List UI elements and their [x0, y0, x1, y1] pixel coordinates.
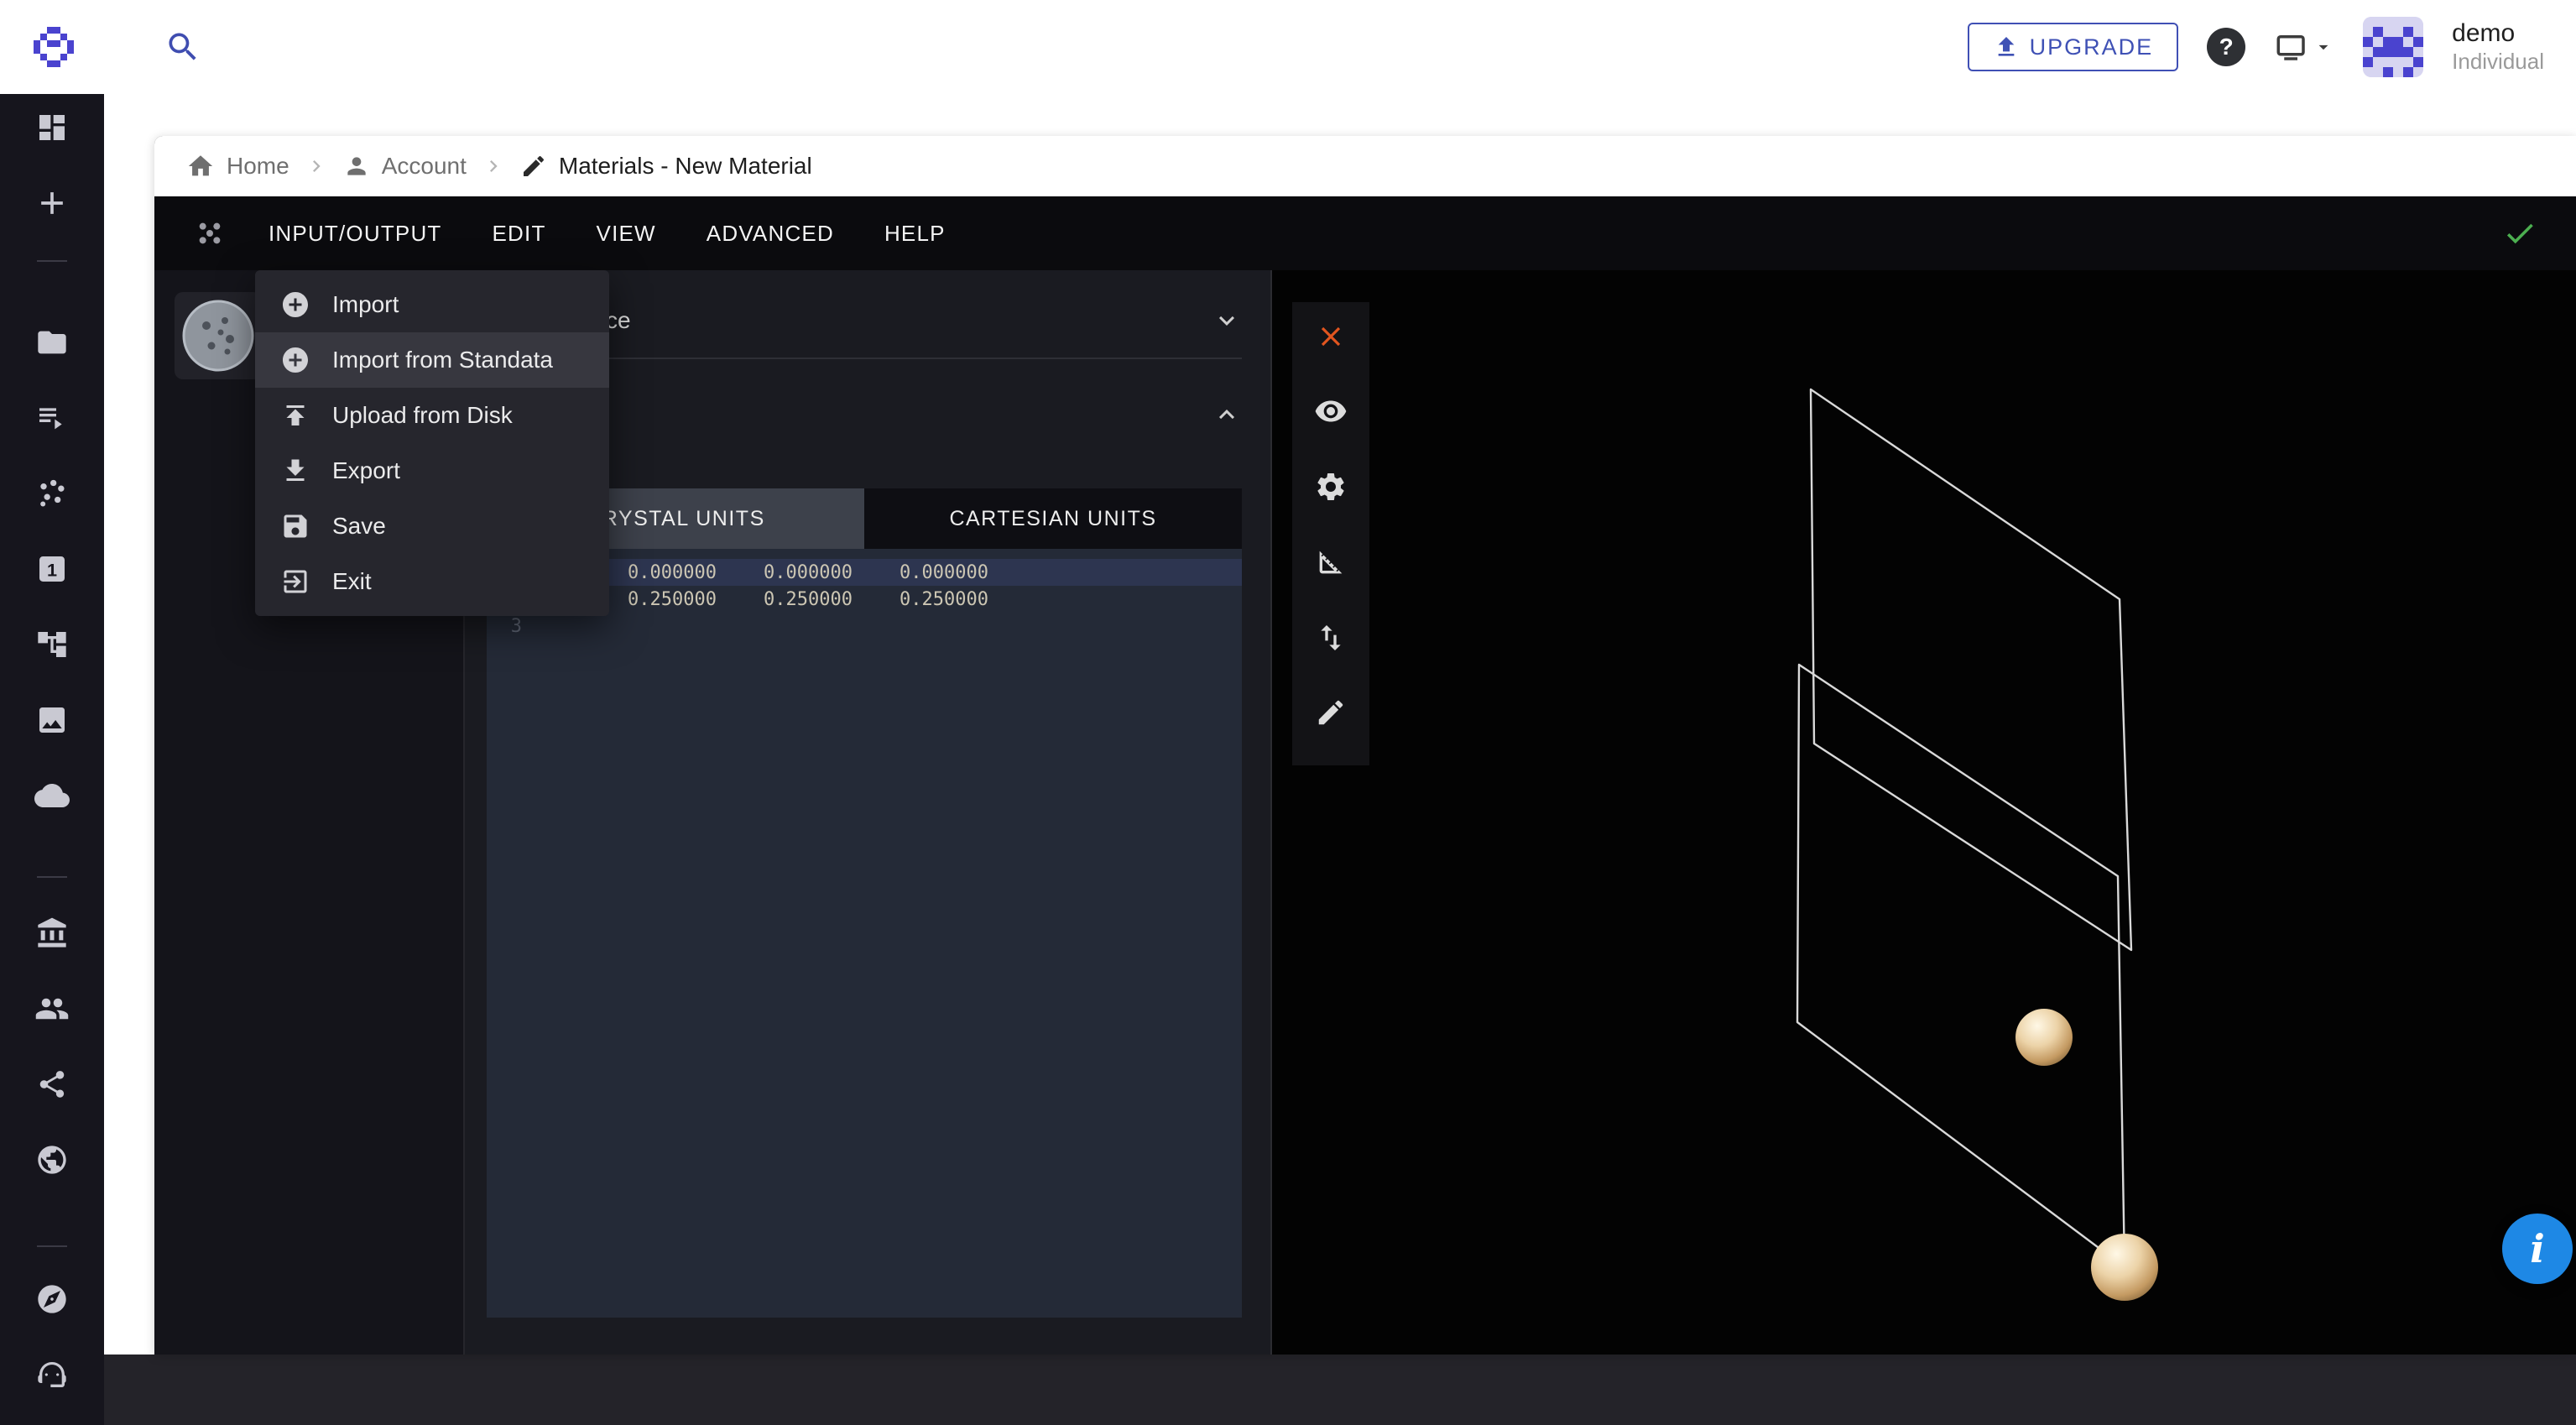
structure-viewer[interactable]: i: [1272, 270, 2576, 1355]
breadcrumb-current: Materials - New Material: [520, 153, 812, 180]
edit-icon[interactable]: [1315, 697, 1347, 728]
support-icon[interactable]: [35, 1358, 69, 1391]
info-button[interactable]: i: [2502, 1214, 2573, 1284]
menu-item-import[interactable]: Import: [255, 277, 609, 332]
add-circle-icon: [280, 345, 310, 375]
job-list-icon[interactable]: [35, 401, 69, 435]
viewer-toolbar: [1292, 302, 1369, 765]
team-icon[interactable]: [34, 991, 70, 1026]
visibility-icon[interactable]: [1314, 394, 1348, 428]
sidebar-divider: [37, 876, 67, 878]
coord-value: 0.000000: [900, 562, 988, 583]
home-icon: [186, 152, 215, 180]
check-icon[interactable]: [2502, 216, 2537, 251]
media-image-icon[interactable]: [35, 703, 69, 737]
coord-value: 0.250000: [628, 589, 717, 610]
dashboard-icon[interactable]: [35, 111, 69, 144]
bottom-band: [104, 1355, 2576, 1425]
menu-help[interactable]: HELP: [884, 221, 946, 247]
menu-item-exit[interactable]: Exit: [255, 554, 609, 609]
workflows-tree-icon[interactable]: [35, 628, 69, 661]
help-label: ?: [2219, 34, 2234, 60]
materials-dots-icon[interactable]: [35, 477, 69, 510]
download-icon: [280, 456, 310, 486]
folder-icon[interactable]: [35, 326, 69, 359]
swap-vert-icon[interactable]: [1314, 621, 1348, 655]
app-logo: [34, 27, 74, 67]
atom-sphere: [2091, 1234, 2158, 1301]
explore-icon[interactable]: [35, 1282, 69, 1316]
topbar-actions: UPGRADE ? demo Individual: [1968, 17, 2576, 77]
material-thumbnail[interactable]: [175, 292, 262, 379]
coord-value: 0.000000: [628, 562, 717, 583]
upgrade-label: UPGRADE: [2030, 34, 2154, 60]
close-icon[interactable]: [1315, 321, 1347, 352]
svg-text:1: 1: [47, 559, 57, 580]
editor-line: 3: [487, 613, 1242, 639]
upload-icon: [280, 400, 310, 431]
app-sidebar: 1: [0, 94, 104, 1425]
caret-down-icon: [2313, 36, 2334, 58]
settings-icon[interactable]: [1314, 470, 1348, 504]
designer-logo-icon: [193, 217, 227, 250]
menu-item-export[interactable]: Export: [255, 443, 609, 498]
line-number: 3: [487, 616, 540, 637]
basis-code-editor[interactable]: 1 0.000000 0.000000 0.000000 2 0.250000 …: [487, 549, 1242, 1318]
menu-item-import-from-standata[interactable]: Import from Standata: [255, 332, 609, 388]
add-circle-icon: [280, 290, 310, 320]
user-name: demo: [2452, 18, 2544, 49]
search-icon[interactable]: [164, 29, 201, 65]
user-plan: Individual: [2452, 49, 2544, 75]
share-icon[interactable]: [36, 1068, 68, 1100]
upload-icon: [1993, 34, 2020, 60]
chevron-right-icon: [305, 154, 328, 178]
coord-value: 0.250000: [764, 589, 853, 610]
chevron-down-icon[interactable]: [1212, 305, 1242, 336]
person-icon: [343, 153, 370, 180]
top-bar: UPGRADE ? demo Individual: [0, 0, 2576, 94]
coord-value: 0.000000: [764, 562, 853, 583]
user-avatar[interactable]: [2363, 17, 2423, 77]
input-output-menu: Import Import from Standata Upload from …: [255, 270, 609, 616]
add-icon[interactable]: [34, 185, 70, 222]
save-icon: [280, 511, 310, 541]
user-info: demo Individual: [2452, 18, 2544, 75]
bank-icon[interactable]: [35, 916, 69, 950]
breadcrumb: Home Account Materials - New Material: [154, 136, 2576, 196]
crystal-wireframe: [1272, 270, 2576, 1355]
breadcrumb-home[interactable]: Home: [186, 152, 289, 180]
help-button[interactable]: ?: [2207, 28, 2245, 66]
chevron-up-icon[interactable]: [1212, 399, 1242, 430]
menu-item-upload-from-disk[interactable]: Upload from Disk: [255, 388, 609, 443]
sidebar-divider: [37, 260, 67, 262]
pencil-icon: [520, 153, 547, 180]
globe-icon[interactable]: [35, 1143, 69, 1177]
exit-icon: [280, 566, 310, 597]
menu-item-save[interactable]: Save: [255, 498, 609, 554]
material-one-icon[interactable]: 1: [35, 552, 69, 586]
measure-icon[interactable]: [1314, 545, 1348, 579]
menu-view[interactable]: VIEW: [597, 221, 656, 247]
upgrade-button[interactable]: UPGRADE: [1968, 23, 2179, 71]
lattice-section-label: ce: [606, 307, 631, 334]
sidebar-divider: [37, 1245, 67, 1247]
coord-value: 0.250000: [900, 589, 988, 610]
info-label: i: [2530, 1226, 2544, 1271]
menu-edit[interactable]: EDIT: [493, 221, 546, 247]
tab-cartesian-units[interactable]: CARTESIAN UNITS: [864, 488, 1242, 549]
atom-sphere: [2015, 1009, 2073, 1066]
menu-input-output[interactable]: INPUT/OUTPUT: [269, 221, 442, 247]
breadcrumb-account[interactable]: Account: [343, 153, 467, 180]
video-dropdown-icon[interactable]: [2274, 29, 2334, 65]
menu-advanced[interactable]: ADVANCED: [707, 221, 834, 247]
chevron-right-icon: [482, 154, 505, 178]
designer-menubar: INPUT/OUTPUT EDIT VIEW ADVANCED HELP: [154, 196, 2576, 270]
cloud-icon[interactable]: [34, 778, 70, 813]
